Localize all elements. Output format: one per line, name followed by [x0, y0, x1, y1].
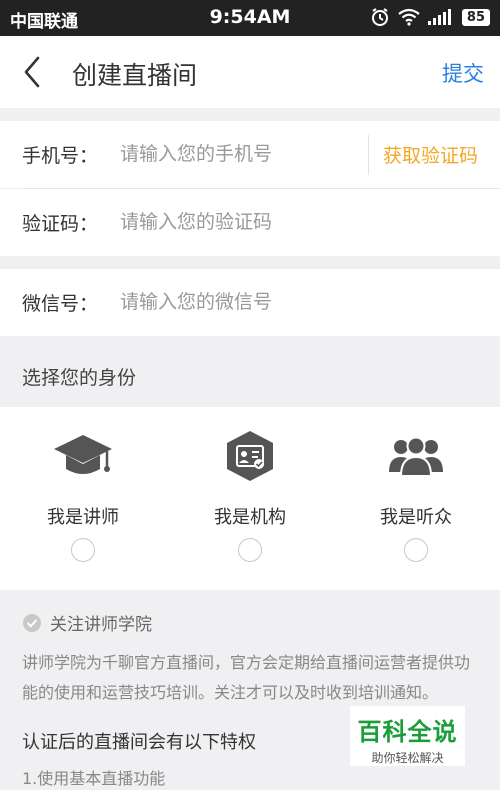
watermark-subtitle: 助你轻松解决	[371, 751, 444, 765]
identity-radio-lecturer[interactable]	[71, 538, 95, 562]
wifi-icon	[398, 8, 420, 26]
wechat-label: 微信号：	[22, 293, 99, 315]
identity-label: 我是听众	[380, 507, 452, 528]
identity-panel: 我是讲师 我是机构 我是听众	[0, 407, 500, 590]
page-title: 创建直播间	[72, 61, 198, 90]
watermark-title: 百科全说	[357, 718, 458, 746]
watermark-logo: 百科全说 助你轻松解决	[350, 706, 465, 766]
privileges-title: 认证后的直播间会有以下特权	[22, 732, 256, 753]
divider	[368, 135, 369, 175]
wechat-row: 微信号：	[0, 269, 500, 336]
audience-group-icon	[381, 431, 451, 481]
follow-label: 关注讲师学院	[50, 615, 152, 635]
identity-option-lecturer[interactable]: 我是讲师	[0, 407, 166, 590]
privilege-item: 1.使用基本直播功能	[22, 769, 166, 788]
code-label: 验证码：	[22, 213, 99, 235]
phone-input[interactable]	[120, 139, 360, 169]
identity-radio-organization[interactable]	[238, 538, 262, 562]
identity-section-title: 选择您的身份	[22, 367, 137, 389]
organization-badge-icon	[215, 431, 285, 481]
identity-radio-audience[interactable]	[404, 538, 428, 562]
identity-label: 我是讲师	[47, 507, 119, 528]
alarm-icon	[371, 8, 388, 26]
wechat-input[interactable]	[120, 287, 360, 317]
status-icons: 85	[370, 7, 490, 27]
graduation-cap-icon	[48, 431, 118, 481]
follow-academy-checkbox[interactable]: 关注讲师学院	[22, 610, 152, 635]
code-row: 验证码：	[0, 189, 500, 256]
get-code-button[interactable]: 获取验证码	[383, 141, 478, 168]
identity-label: 我是机构	[214, 507, 286, 528]
battery-level: 85	[461, 8, 490, 26]
status-bar: 中国联通 9:54AM 85	[0, 0, 500, 36]
back-arrow-icon[interactable]	[16, 54, 52, 90]
phone-row: 手机号： 获取验证码	[0, 121, 500, 188]
submit-button[interactable]: 提交	[442, 58, 484, 88]
signal-icon	[427, 9, 451, 25]
identity-option-organization[interactable]: 我是机构	[167, 407, 333, 590]
nav-bar: 创建直播间 提交	[0, 36, 500, 108]
check-circle-icon[interactable]	[22, 613, 42, 633]
identity-option-audience[interactable]: 我是听众	[333, 407, 499, 590]
code-input[interactable]	[120, 207, 360, 237]
academy-description: 讲师学院为千聊官方直播间，官方会定期给直播间运营者提供功能的使用和运营技巧培训。…	[22, 653, 471, 702]
phone-label: 手机号：	[22, 145, 99, 167]
